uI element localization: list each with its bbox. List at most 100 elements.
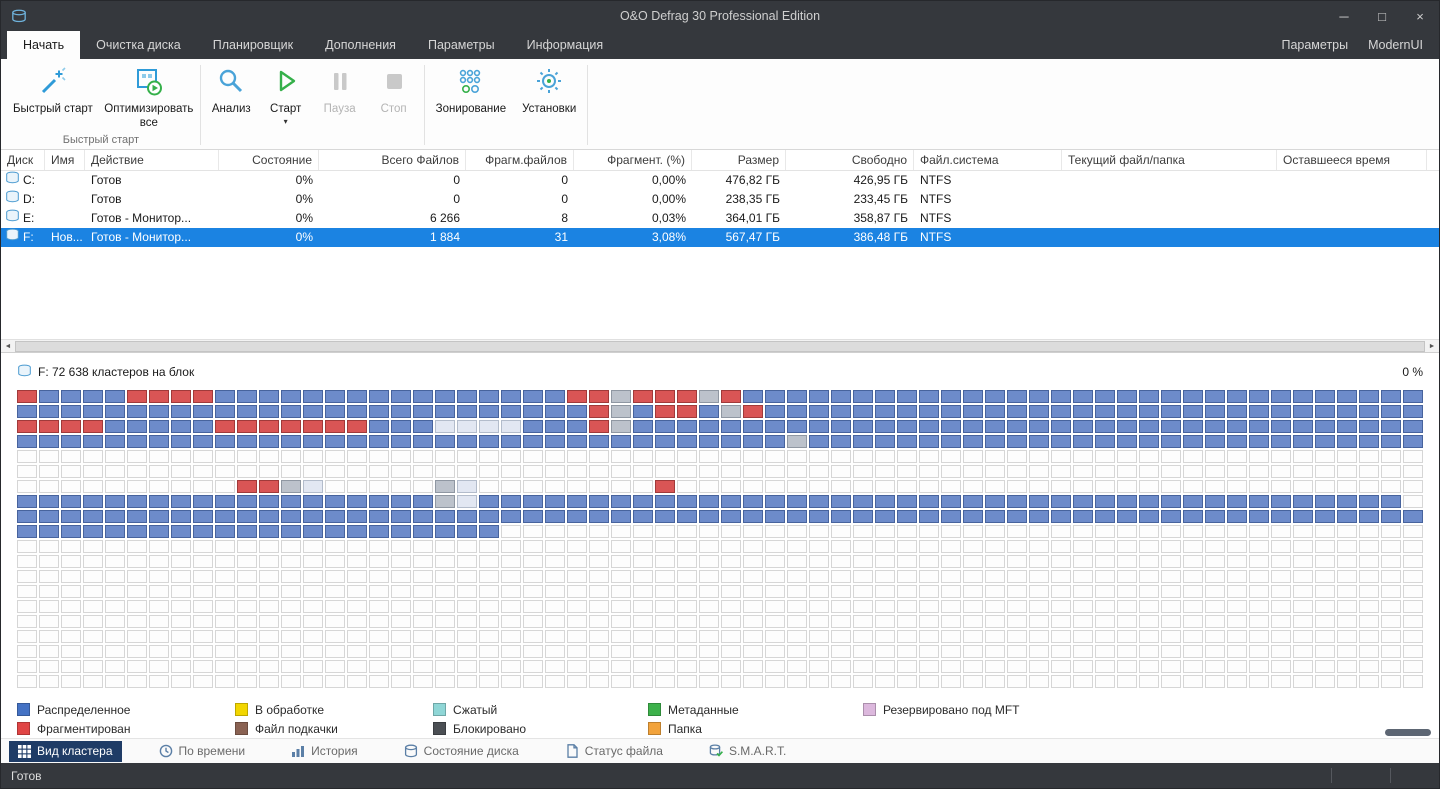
cluster-block[interactable] [523,420,543,433]
cluster-block[interactable] [1315,585,1335,598]
cluster-block[interactable] [171,480,191,493]
cluster-block[interactable] [743,675,763,688]
cluster-block[interactable] [1095,420,1115,433]
cluster-block[interactable] [545,525,565,538]
cluster-block[interactable] [61,495,81,508]
cluster-block[interactable] [1293,540,1313,553]
cluster-block[interactable] [1117,615,1137,628]
cluster-block[interactable] [39,390,59,403]
cluster-block[interactable] [105,480,125,493]
cluster-block[interactable] [281,675,301,688]
quick-start-button[interactable]: Быстрый старт [5,61,101,119]
cluster-block[interactable] [589,495,609,508]
cluster-block[interactable] [523,480,543,493]
cluster-block[interactable] [633,480,653,493]
cluster-block[interactable] [523,390,543,403]
cluster-block[interactable] [171,435,191,448]
cluster-block[interactable] [325,540,345,553]
cluster-block[interactable] [105,405,125,418]
cluster-block[interactable] [435,660,455,673]
cluster-block[interactable] [347,405,367,418]
cluster-block[interactable] [127,570,147,583]
cluster-block[interactable] [985,435,1005,448]
cluster-block[interactable] [809,675,829,688]
cluster-block[interactable] [897,510,917,523]
cluster-block[interactable] [171,510,191,523]
cluster-block[interactable] [435,510,455,523]
cluster-block[interactable] [501,660,521,673]
cluster-block[interactable] [567,435,587,448]
cluster-block[interactable] [677,450,697,463]
cluster-block[interactable] [743,630,763,643]
cluster-block[interactable] [677,540,697,553]
cluster-block[interactable] [1007,525,1027,538]
cluster-block[interactable] [1403,450,1423,463]
cluster-block[interactable] [985,615,1005,628]
cluster-block[interactable] [171,390,191,403]
cluster-block[interactable] [1293,585,1313,598]
cluster-block[interactable] [369,480,389,493]
cluster-block[interactable] [1315,630,1335,643]
cluster-block[interactable] [831,600,851,613]
cluster-block[interactable] [17,660,37,673]
cluster-block[interactable] [501,630,521,643]
cluster-block[interactable] [325,585,345,598]
cluster-block[interactable] [655,420,675,433]
cluster-block[interactable] [699,450,719,463]
cluster-block[interactable] [831,420,851,433]
cluster-block[interactable] [523,675,543,688]
cluster-block[interactable] [1315,450,1335,463]
cluster-block[interactable] [1051,630,1071,643]
cluster-block[interactable] [1227,675,1247,688]
cluster-block[interactable] [831,525,851,538]
cluster-block[interactable] [545,450,565,463]
cluster-block[interactable] [303,540,323,553]
cluster-block[interactable] [589,480,609,493]
cluster-block[interactable] [875,390,895,403]
cluster-block[interactable] [1117,540,1137,553]
cluster-block[interactable] [611,645,631,658]
minimize-icon[interactable]: ─ [1325,1,1363,31]
cluster-block[interactable] [303,525,323,538]
cluster-block[interactable] [1315,600,1335,613]
analyze-button[interactable]: Анализ [204,61,259,119]
cluster-block[interactable] [1359,585,1379,598]
cluster-block[interactable] [457,615,477,628]
cluster-block[interactable] [765,465,785,478]
cluster-block[interactable] [1095,555,1115,568]
cluster-block[interactable] [567,660,587,673]
cluster-block[interactable] [787,645,807,658]
cluster-block[interactable] [39,660,59,673]
cluster-block[interactable] [127,420,147,433]
cluster-block[interactable] [875,510,895,523]
view-tab-smart[interactable]: S.M.A.R.T. [700,741,795,762]
cluster-block[interactable] [721,495,741,508]
cluster-block[interactable] [875,585,895,598]
cluster-block[interactable] [193,405,213,418]
tab-information[interactable]: Информация [511,31,620,59]
cluster-block[interactable] [83,555,103,568]
cluster-block[interactable] [1337,555,1357,568]
cluster-block[interactable] [347,480,367,493]
cluster-block[interactable] [765,450,785,463]
cluster-block[interactable] [39,435,59,448]
cluster-block[interactable] [1293,645,1313,658]
cluster-block[interactable] [875,555,895,568]
cluster-block[interactable] [1183,600,1203,613]
cluster-block[interactable] [325,525,345,538]
cluster-block[interactable] [127,390,147,403]
cluster-block[interactable] [193,615,213,628]
cluster-block[interactable] [1271,600,1291,613]
cluster-block[interactable] [1403,510,1423,523]
scrollbar-thumb[interactable] [15,341,1425,352]
cluster-block[interactable] [1051,615,1071,628]
cluster-block[interactable] [787,450,807,463]
cluster-block[interactable] [237,645,257,658]
cluster-block[interactable] [1315,675,1335,688]
cluster-block[interactable] [523,495,543,508]
cluster-block[interactable] [1271,585,1291,598]
cluster-block[interactable] [369,405,389,418]
cluster-block[interactable] [171,540,191,553]
cluster-block[interactable] [1315,645,1335,658]
cluster-block[interactable] [1007,435,1027,448]
